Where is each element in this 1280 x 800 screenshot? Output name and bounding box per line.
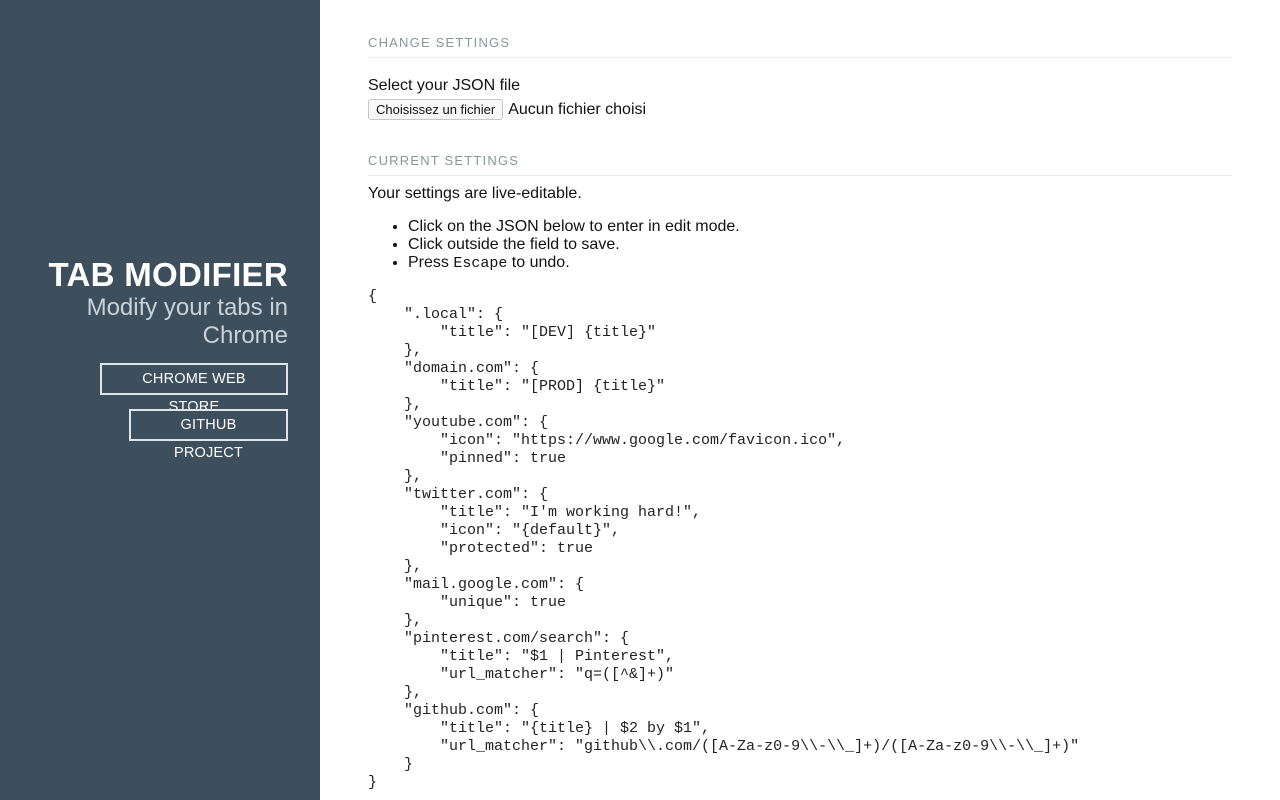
file-label: Select your JSON file <box>368 77 521 94</box>
list-item: Click outside the field to save. <box>408 236 1232 254</box>
instructions-list: Click on the JSON below to enter in edit… <box>368 218 1232 273</box>
instruction-text: Press <box>408 254 454 271</box>
instruction-text: Click on the JSON below to enter in edit… <box>408 218 740 235</box>
current-settings-heading: CURRENT SETTINGS <box>368 153 1232 176</box>
list-item: Click on the JSON below to enter in edit… <box>408 218 1232 236</box>
brand: TAB MODIFIER Modify your tabs in Chrome <box>48 256 288 350</box>
list-item: Press Escape to undo. <box>408 254 1232 273</box>
main-content: CHANGE SETTINGS Select your JSON file Ch… <box>368 0 1232 792</box>
file-status: Aucun fichier choisi <box>508 100 647 118</box>
live-edit-note: Your settings are live-editable. <box>368 185 582 202</box>
escape-key-code: Escape <box>453 255 508 272</box>
github-project-button[interactable]: GITHUB PROJECT <box>129 409 288 461</box>
instruction-text: Click outside the field to save. <box>408 236 620 253</box>
file-input: Choisissez un fichier Aucun fichier choi… <box>368 99 1232 120</box>
choose-file-button[interactable]: Choisissez un fichier <box>368 99 504 120</box>
app-subtitle: Modify your tabs in Chrome <box>86 294 288 349</box>
change-settings-heading: CHANGE SETTINGS <box>368 35 1232 58</box>
chrome-web-store-button[interactable]: CHROME WEB STORE <box>100 363 288 415</box>
instruction-text: to undo. <box>507 254 570 271</box>
sidebar: TAB MODIFIER Modify your tabs in Chrome … <box>0 0 320 800</box>
app-title: TAB MODIFIER <box>48 256 288 293</box>
json-settings-editor[interactable]: { ".local": { "title": "[DEV] {title}" }… <box>368 288 1232 792</box>
